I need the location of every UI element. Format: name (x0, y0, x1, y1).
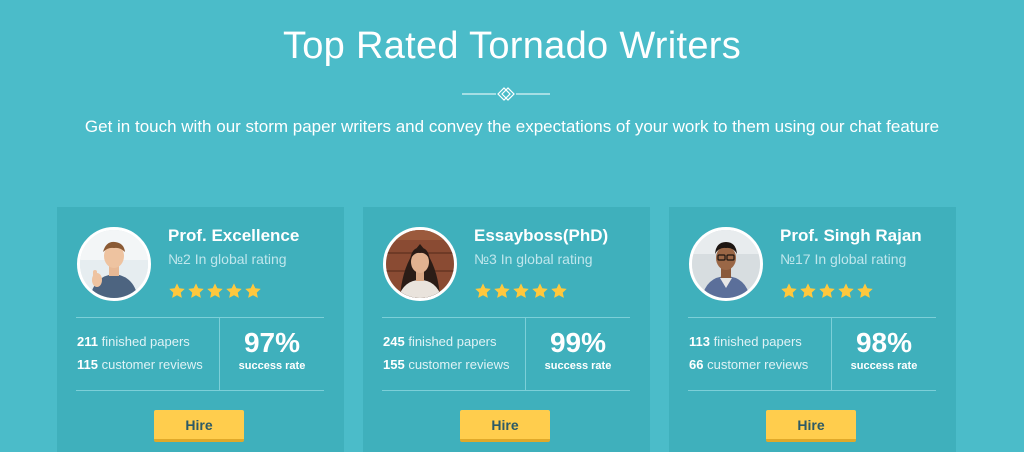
divider (382, 390, 630, 391)
success-rate: 98% success rate (832, 327, 936, 372)
rating-stars (168, 282, 262, 302)
star-icon (819, 283, 835, 298)
hire-button[interactable]: Hire (460, 410, 550, 442)
writer-rank: №2 In global rating (168, 251, 287, 267)
page-subtitle: Get in touch with our storm paper writer… (84, 117, 940, 136)
hire-button[interactable]: Hire (154, 410, 244, 442)
star-icon (838, 283, 854, 298)
success-rate-value: 99% (549, 327, 607, 358)
star-icon (207, 283, 223, 298)
star-icon (513, 283, 529, 298)
hire-button[interactable]: Hire (766, 410, 856, 442)
star-icon (188, 283, 204, 298)
writer-name: Essayboss(PhD) (474, 226, 609, 245)
star-icon (857, 283, 873, 298)
divider (76, 317, 324, 318)
success-rate-value: 97% (243, 327, 301, 358)
divider (688, 317, 936, 318)
star-icon (532, 283, 548, 298)
success-rate-value: 98% (855, 327, 913, 358)
star-icon (781, 283, 797, 298)
writer-rank: №17 In global rating (780, 251, 907, 267)
star-icon (475, 283, 491, 298)
avatar (77, 227, 151, 301)
avatar (689, 227, 763, 301)
divider (688, 390, 936, 391)
success-rate-label: success rate (238, 360, 306, 372)
star-icon (226, 283, 242, 298)
star-icon (800, 283, 816, 298)
success-rate: 97% success rate (220, 327, 324, 372)
writer-rank: №3 In global rating (474, 251, 593, 267)
divider-ornament-icon (462, 87, 550, 101)
finished-papers-stat: 211 finished papers (77, 334, 190, 349)
writer-card: Prof. Singh Rajan №17 In global rating 1… (669, 207, 956, 452)
writer-name: Prof. Excellence (168, 226, 300, 245)
writer-card: Prof. Excellence №2 In global rating 211… (57, 207, 344, 452)
finished-papers-stat: 113 finished papers (689, 334, 802, 349)
avatar (383, 227, 457, 301)
rating-stars (474, 282, 568, 302)
success-rate: 99% success rate (526, 327, 630, 372)
star-icon (169, 283, 185, 298)
finished-papers-stat: 245 finished papers (383, 334, 497, 349)
success-rate-label: success rate (850, 360, 918, 372)
star-icon (551, 283, 567, 298)
customer-reviews-stat: 155 customer reviews (383, 357, 510, 372)
customer-reviews-stat: 66 customer reviews (689, 357, 809, 372)
rating-stars (780, 282, 874, 302)
star-icon (494, 283, 510, 298)
success-rate-label: success rate (544, 360, 612, 372)
customer-reviews-stat: 115 customer reviews (77, 357, 203, 372)
page-title: Top Rated Tornado Writers (282, 25, 742, 67)
writer-card: Essayboss(PhD) №3 In global rating 245 f… (363, 207, 650, 452)
divider (382, 317, 630, 318)
divider (76, 390, 324, 391)
star-icon (245, 283, 261, 298)
writer-name: Prof. Singh Rajan (780, 226, 922, 245)
